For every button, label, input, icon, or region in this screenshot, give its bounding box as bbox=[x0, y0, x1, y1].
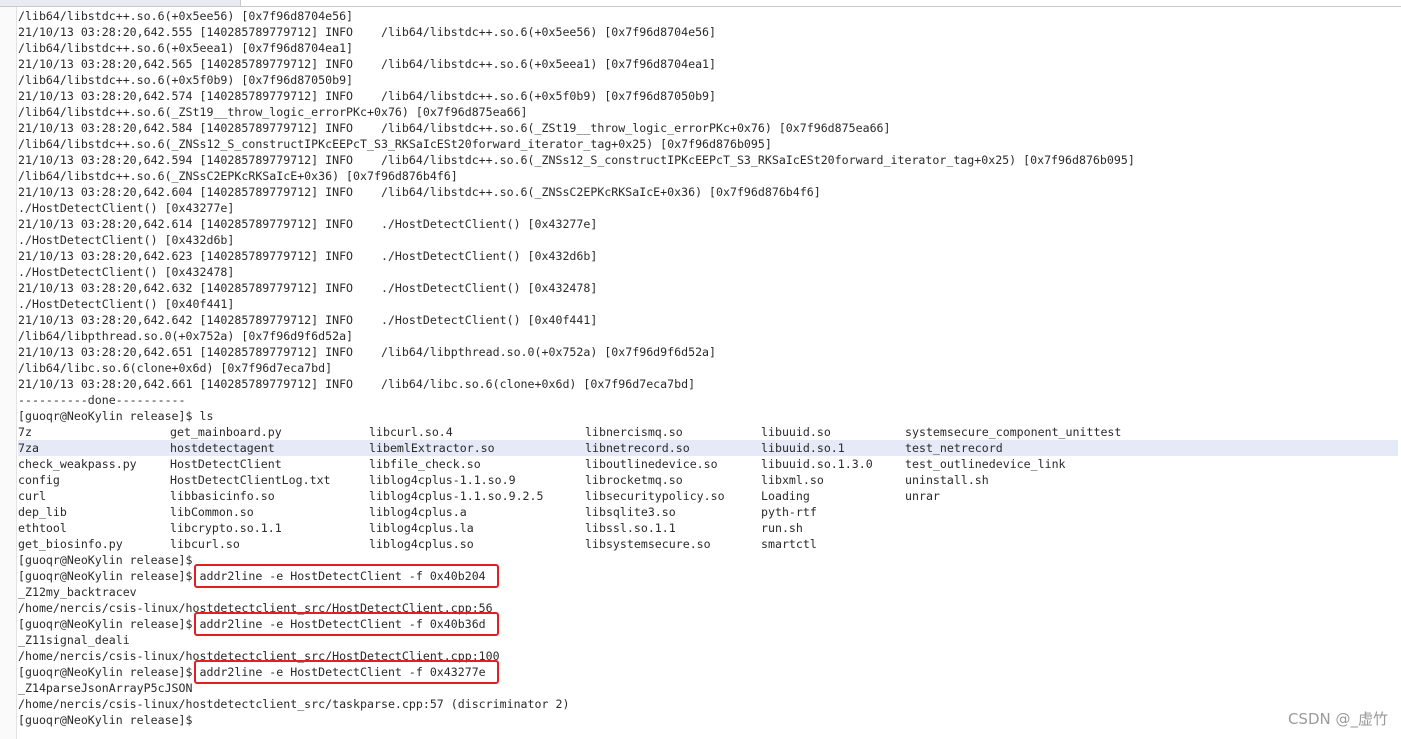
log-line: ./HostDetectClient() [0x40f441] bbox=[18, 297, 235, 311]
log-line: 21/10/13 03:28:20,642.594 [1402857897797… bbox=[18, 153, 1135, 167]
ls-entry: 7z bbox=[18, 425, 32, 439]
highlight-box-1 bbox=[194, 564, 499, 588]
output-file-3: /home/nercis/csis-linux/hostdetectclient… bbox=[18, 697, 570, 711]
ls-entry: libuuid.so.1.3.0 bbox=[761, 457, 873, 471]
ls-entry: get_biosinfo.py bbox=[18, 537, 123, 551]
log-line: 21/10/13 03:28:20,642.614 [1402857897797… bbox=[18, 217, 598, 231]
ls-entry: HostDetectClient bbox=[170, 457, 282, 471]
ls-entry: get_mainboard.py bbox=[170, 425, 282, 439]
log-line: ./HostDetectClient() [0x43277e] bbox=[18, 201, 235, 215]
ls-entry: Loading bbox=[761, 489, 810, 503]
highlight-box-3 bbox=[194, 660, 499, 684]
tab-bar bbox=[0, 0, 1401, 7]
ls-entry: HostDetectClientLog.txt bbox=[170, 473, 331, 487]
ls-entry: ethtool bbox=[18, 521, 67, 535]
ls-entry: liboutlinedevice.so bbox=[585, 457, 718, 471]
log-line: /lib64/libstdc++.so.6(_ZNSs12_S_construc… bbox=[18, 137, 772, 151]
prompt: [guoqr@NeoKylin release]$ bbox=[18, 569, 200, 583]
ls-row: check_weakpass.py HostDetectClient libfile… bbox=[18, 456, 1398, 472]
ls-listing: 7z get_mainboard.py libcurl.so.4 libnercism… bbox=[18, 424, 1398, 552]
ls-entry: liblog4cplus.la bbox=[369, 521, 474, 535]
ls-entry: libsystemsecure.so bbox=[585, 537, 711, 551]
log-line: 21/10/13 03:28:20,642.574 [1402857897797… bbox=[18, 89, 717, 103]
ls-entry: libbasicinfo.so bbox=[170, 489, 275, 503]
log-line: 21/10/13 03:28:20,642.604 [1402857897797… bbox=[18, 185, 821, 199]
ls-entry: liblog4cplus.so bbox=[369, 537, 474, 551]
ls-entry: librocketmq.so bbox=[585, 473, 683, 487]
prompt: [guoqr@NeoKylin release]$ bbox=[18, 665, 200, 679]
ls-entry: libemlExtractor.so bbox=[369, 441, 495, 455]
ls-row: 7za hostdetectagent libemlExtractor.so libn… bbox=[18, 440, 1398, 456]
log-line: /lib64/libstdc++.so.6(_ZSt19__throw_logi… bbox=[18, 105, 528, 119]
log-line: 21/10/13 03:28:20,642.565 [1402857897797… bbox=[18, 57, 717, 71]
log-line: /lib64/libpthread.so.0(+0x752a) [0x7f96d… bbox=[18, 329, 354, 343]
active-tab[interactable] bbox=[0, 0, 241, 6]
prompt: [guoqr@NeoKylin release]$ bbox=[18, 617, 200, 631]
ls-entry: libssl.so.1.1 bbox=[585, 521, 676, 535]
ls-entry: libxml.so bbox=[761, 473, 824, 487]
ls-entry: libsecuritypolicy.so bbox=[585, 489, 725, 503]
ls-entry: libfile_check.so bbox=[369, 457, 481, 471]
log-line: 21/10/13 03:28:20,642.555 [1402857897797… bbox=[18, 25, 717, 39]
ls-entry: check_weakpass.py bbox=[18, 457, 137, 471]
ls-entry: liblog4cplus-1.1.so.9.2.5 bbox=[369, 489, 544, 503]
ls-entry: libnercismq.so bbox=[585, 425, 683, 439]
log-line: /lib64/libstdc++.so.6(_ZNSsC2EPKcRKSaIcE… bbox=[18, 169, 458, 183]
ls-entry: test_outlinedevice_link bbox=[905, 457, 1066, 471]
ls-entry: test_netrecord bbox=[905, 441, 1003, 455]
ls-entry: 7za bbox=[18, 441, 39, 455]
ls-row: config HostDetectClientLog.txt liblog4cplu… bbox=[18, 472, 1398, 488]
log-line: /lib64/libstdc++.so.6(+0x5f0b9) [0x7f96d… bbox=[18, 73, 354, 87]
final-prompt-line: [guoqr@NeoKylin release]$ bbox=[18, 713, 193, 727]
log-line: 21/10/13 03:28:20,642.632 [1402857897797… bbox=[18, 281, 598, 295]
ls-entry: libuuid.so bbox=[761, 425, 831, 439]
log-line: 21/10/13 03:28:20,642.642 [1402857897797… bbox=[18, 313, 598, 327]
log-line: 21/10/13 03:28:20,642.661 [1402857897797… bbox=[18, 377, 696, 391]
log-line: 21/10/13 03:28:20,642.584 [1402857897797… bbox=[18, 121, 891, 135]
ls-entry: config bbox=[18, 473, 60, 487]
log-line: ./HostDetectClient() [0x432478] bbox=[18, 265, 235, 279]
watermark: CSDN @_虚竹 bbox=[1287, 710, 1388, 728]
log-line: /lib64/libstdc++.so.6(+0x5eea1) [0x7f96d… bbox=[18, 41, 354, 55]
ls-entry: uninstall.sh bbox=[905, 473, 989, 487]
log-line: 21/10/13 03:28:20,642.623 [1402857897797… bbox=[18, 249, 598, 263]
log-line: /lib64/libc.so.6(clone+0x6d) [0x7f96d7ec… bbox=[18, 361, 333, 375]
ls-entry: run.sh bbox=[761, 521, 803, 535]
ls-entry: dep_lib bbox=[18, 505, 67, 519]
log-line: ./HostDetectClient() [0x432d6b] bbox=[18, 233, 235, 247]
ls-entry: hostdetectagent bbox=[170, 441, 275, 455]
ls-entry: libcurl.so bbox=[170, 537, 240, 551]
ls-entry: libsqlite3.so bbox=[585, 505, 676, 519]
ls-command-line: [guoqr@NeoKylin release]$ ls bbox=[18, 409, 214, 423]
ls-entry: liblog4cplus.a bbox=[369, 505, 467, 519]
ls-entry: libuuid.so.1 bbox=[761, 441, 845, 455]
line-gutter bbox=[0, 7, 17, 739]
log-line: ----------done---------- bbox=[18, 393, 186, 407]
ls-entry: curl bbox=[18, 489, 46, 503]
ls-entry: libnetrecord.so bbox=[585, 441, 690, 455]
ls-row: get_biosinfo.py libcurl.so liblog4cplus.so… bbox=[18, 536, 1398, 552]
ls-entry: libcurl.so.4 bbox=[369, 425, 453, 439]
ls-entry: unrar bbox=[905, 489, 940, 503]
ls-row: ethtool libcrypto.so.1.1 liblog4cplus.la li… bbox=[18, 520, 1398, 536]
ls-entry: systemsecure_component_unittest bbox=[905, 425, 1122, 439]
ls-entry: smartctl bbox=[761, 537, 817, 551]
ls-row: curl libbasicinfo.so liblog4cplus-1.1.so.9… bbox=[18, 488, 1398, 504]
highlight-box-2 bbox=[194, 612, 499, 636]
log-line: /lib64/libstdc++.so.6(+0x5ee56) [0x7f96d… bbox=[18, 9, 354, 23]
ls-entry: liblog4cplus-1.1.so.9 bbox=[369, 473, 516, 487]
ls-row: dep_lib libCommon.so liblog4cplus.a libsqli… bbox=[18, 504, 1398, 520]
ls-entry: pyth-rtf bbox=[761, 505, 817, 519]
log-line: 21/10/13 03:28:20,642.651 [1402857897797… bbox=[18, 345, 717, 359]
log-block: /lib64/libstdc++.so.6(+0x5ee56) [0x7f96d… bbox=[18, 8, 1398, 408]
ls-entry: libcrypto.so.1.1 bbox=[170, 521, 282, 535]
ls-entry: libCommon.so bbox=[170, 505, 254, 519]
ls-row: 7z get_mainboard.py libcurl.so.4 libnercism… bbox=[18, 424, 1398, 440]
